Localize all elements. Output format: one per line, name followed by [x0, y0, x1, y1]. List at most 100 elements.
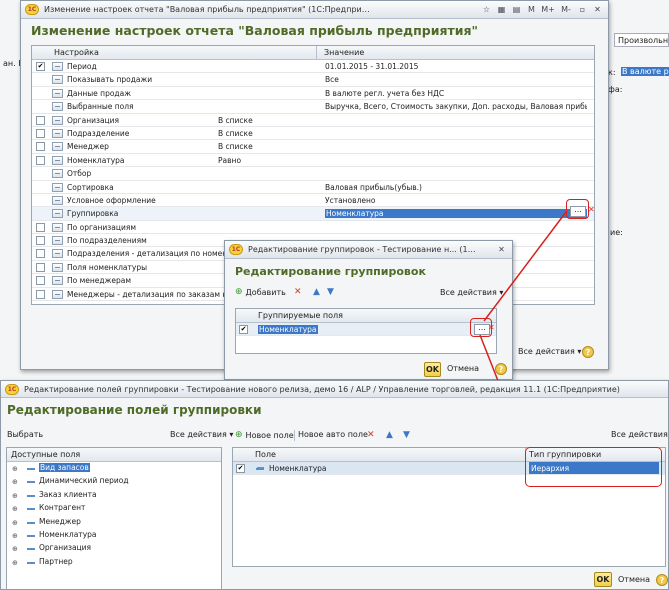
- row-condition: В списке: [218, 115, 253, 125]
- window-title: Редактирование группировок - Тестировани…: [248, 245, 480, 254]
- tree-item[interactable]: ⊕ Номенклатура: [7, 529, 221, 542]
- row-checkbox[interactable]: [36, 115, 45, 125]
- expand-icon[interactable]: ⊕: [12, 465, 18, 473]
- table-row[interactable]: Условное оформление Установлено: [32, 194, 594, 208]
- field-icon: [52, 236, 63, 246]
- table-row[interactable]: Сортировка Валовая прибыль(убыв.): [32, 181, 594, 194]
- table-row[interactable]: Группировка Номенклатура: [32, 207, 594, 221]
- row-field: Номенклатура: [269, 464, 327, 473]
- row-value: Выручка, Всего, Стоимость закупки, Доп. …: [325, 102, 587, 112]
- move-down-icon[interactable]: ▼: [327, 287, 334, 297]
- memory-plus-button[interactable]: M+: [540, 3, 556, 16]
- help-button[interactable]: ?: [582, 346, 594, 358]
- table-row[interactable]: Отбор: [32, 167, 594, 181]
- tree-item[interactable]: ⊕ Заказ клиента: [7, 489, 221, 502]
- delete-icon[interactable]: ✕: [367, 430, 375, 440]
- tree-item[interactable]: ⊕ Динамический период: [7, 475, 221, 488]
- table-row[interactable]: Менеджер В списке: [32, 140, 594, 154]
- tree-item[interactable]: ⊕ Организация: [7, 542, 221, 555]
- ok-button[interactable]: OK: [594, 572, 612, 587]
- close-icon[interactable]: ✕: [591, 3, 604, 16]
- all-actions-menu-left[interactable]: Все действия ▾: [170, 430, 233, 439]
- table-row[interactable]: Показывать продажи Все: [32, 73, 594, 87]
- field-icon: [52, 75, 63, 85]
- table-row[interactable]: ✔ Номенклатура: [236, 323, 496, 337]
- field-icon: [255, 464, 266, 473]
- tree-item[interactable]: ⊕ Контрагент: [7, 502, 221, 515]
- expand-icon[interactable]: ⊕: [12, 519, 18, 527]
- row-checkbox[interactable]: ✔: [36, 62, 45, 71]
- table-row[interactable]: Данные продаж В валюте регл. учета без НД…: [32, 87, 594, 101]
- row-value: Все: [325, 75, 339, 85]
- 1c-logo-icon: 1С: [229, 244, 243, 255]
- row-value: Валовая прибыль(убыв.): [325, 182, 422, 192]
- calendar-icon[interactable]: ▤: [510, 3, 523, 16]
- expand-icon[interactable]: ⊕: [12, 478, 18, 486]
- clear-icon[interactable]: ✕: [588, 205, 595, 214]
- tree-item-label: Заказ клиента: [39, 489, 97, 499]
- row-checkbox[interactable]: [36, 142, 45, 152]
- row-checkbox[interactable]: [36, 236, 45, 246]
- row-value: Номенклатура: [325, 209, 587, 219]
- row-checkbox[interactable]: [36, 249, 45, 259]
- delete-icon[interactable]: ✕: [294, 287, 302, 297]
- memory-button[interactable]: M: [525, 3, 538, 16]
- all-actions-menu[interactable]: Все действия ▾: [518, 347, 581, 356]
- add-button[interactable]: ⊕ Добавить: [235, 287, 286, 297]
- field-icon: [27, 508, 35, 511]
- tree-item[interactable]: ⊕ Менеджер: [7, 516, 221, 529]
- expand-icon[interactable]: ⊕: [12, 559, 18, 567]
- table-row[interactable]: По организациям: [32, 221, 594, 235]
- expand-icon[interactable]: ⊕: [12, 532, 18, 540]
- tree-item[interactable]: ⊕ Партнер: [7, 556, 221, 569]
- row-checkbox[interactable]: [36, 222, 45, 232]
- row-setting: Показывать продажи: [67, 75, 153, 85]
- favorites-icon[interactable]: ☆: [480, 3, 493, 16]
- expand-icon[interactable]: ⊕: [12, 492, 18, 500]
- new-auto-field-button[interactable]: Новое авто поле: [298, 430, 368, 439]
- table-row[interactable]: Выбранные поля Выручка, Всего, Стоимость …: [32, 100, 594, 114]
- titlebar: 1С Редактирование группировок - Тестиров…: [225, 241, 512, 259]
- row-checkbox[interactable]: ✔: [239, 325, 248, 334]
- table-row[interactable]: Подразделение В списке: [32, 127, 594, 141]
- expand-icon[interactable]: ⊕: [12, 505, 18, 513]
- tree-item-label: Вид запасов: [39, 463, 90, 472]
- expand-icon[interactable]: ⊕: [12, 545, 18, 553]
- add-icon: ⊕: [235, 430, 243, 440]
- grouping-fields-table: Группируемые поля ✔ Номенклатура: [235, 308, 497, 354]
- move-up-icon[interactable]: ▲: [386, 430, 393, 440]
- row-setting: По подразделениям: [67, 236, 147, 246]
- close-icon[interactable]: ✕: [495, 243, 508, 256]
- page-title: Изменение настроек отчета "Валовая прибы…: [31, 23, 479, 38]
- background-text: ие:: [610, 228, 623, 237]
- row-checkbox[interactable]: [36, 289, 45, 299]
- row-checkbox[interactable]: [36, 155, 45, 165]
- new-field-button[interactable]: ⊕ Новое поле: [235, 430, 294, 440]
- ok-button[interactable]: OK: [424, 362, 441, 377]
- highlight-frame: [566, 199, 589, 219]
- help-button[interactable]: ?: [495, 363, 507, 375]
- move-up-icon[interactable]: ▲: [313, 287, 320, 297]
- table-row[interactable]: ✔ Период 01.01.2015 - 31.01.2015: [32, 60, 594, 74]
- background-input[interactable]: Произвольны: [614, 33, 669, 47]
- cancel-button[interactable]: Отмена: [618, 575, 650, 584]
- row-checkbox[interactable]: ✔: [236, 464, 245, 473]
- all-actions-menu-right[interactable]: Все действия ▾: [611, 430, 668, 439]
- all-actions-menu[interactable]: Все действия ▾: [440, 288, 503, 297]
- table-row[interactable]: Номенклатура Равно: [32, 154, 594, 168]
- row-checkbox[interactable]: [36, 262, 45, 272]
- table-row[interactable]: Организация В списке: [32, 114, 594, 127]
- select-button[interactable]: Выбрать: [7, 430, 43, 439]
- tree-item[interactable]: ⊕ Вид запасов: [7, 462, 221, 475]
- calculator-icon[interactable]: ▦: [495, 3, 508, 16]
- row-checkbox[interactable]: [36, 128, 45, 138]
- cancel-button[interactable]: Отмена: [447, 364, 479, 373]
- row-checkbox[interactable]: [36, 276, 45, 286]
- minimize-icon[interactable]: ▫: [576, 3, 589, 16]
- memory-minus-button[interactable]: M-: [558, 3, 574, 16]
- move-down-icon[interactable]: ▼: [403, 430, 410, 440]
- field-icon: [52, 182, 63, 192]
- row-setting: По организациям: [67, 222, 137, 232]
- field-icon: [52, 209, 63, 219]
- help-button[interactable]: ?: [656, 574, 668, 586]
